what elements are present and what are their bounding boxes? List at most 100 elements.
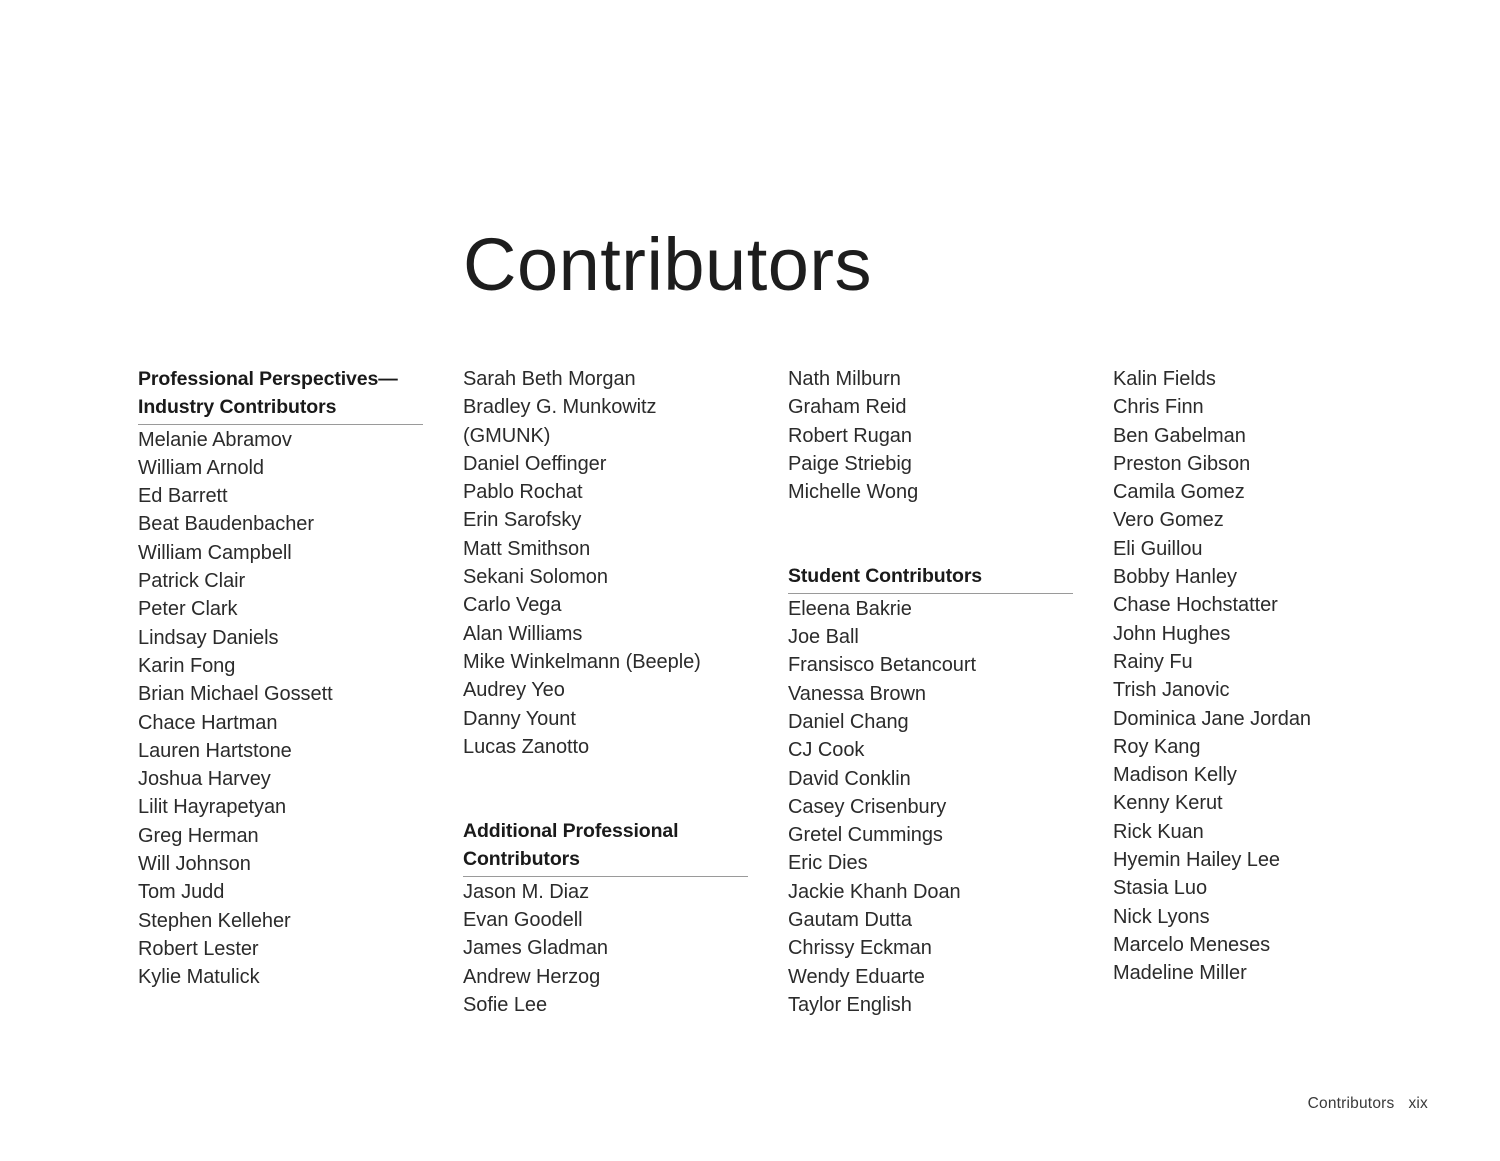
contributor-name: John Hughes [1113,622,1231,645]
contributor-name: Casey Crisenbury [788,795,947,818]
contributor-name: Chris Finn [1113,396,1204,419]
section-rule [463,875,748,877]
contributors-section: Professional Perspectives— Industry Contr… [138,365,463,992]
contributor-name: Andrew Herzog [463,965,601,988]
contributors-section: Kalin Fields Chris Finn Ben Gabelman Presto… [1113,365,1438,988]
contributors-column-2: Sarah Beth Morgan Bradley G. Munkowitz (GM… [463,365,788,1019]
contributors-section: Sarah Beth Morgan Bradley G. Munkowitz (GM… [463,365,788,761]
contributor-name: Bobby Hanley [1113,566,1237,589]
contributor-name: CJ Cook [788,739,865,762]
contributors-section: Nath Milburn Graham Reid Robert Rugan Paige… [788,365,1113,506]
contributor-name: Marcelo Meneses [1113,933,1271,956]
contributor-name: William Arnold [138,456,264,479]
contributor-name: Patrick Clair [138,570,246,593]
contributor-name: Lucas Zanotto [463,735,590,758]
section-heading-line: Student Contributors [788,565,983,588]
contributor-name: Lauren Hartstone [138,739,292,762]
contributor-name: Eli Guillou [1113,537,1203,560]
contributor-name: Beat Baudenbacher [138,513,314,536]
contributor-name: Karin Fong [138,654,236,677]
contributor-name: Gautam Dutta [788,909,912,932]
contributor-name: Evan Goodell [463,909,583,932]
contributors-column-3: Nath Milburn Graham Reid Robert Rugan Paige… [788,365,1113,1019]
contributor-name: Robert Lester [138,937,259,960]
contributor-name: Graham Reid [788,396,907,419]
section-heading-line: Additional Professional [463,820,679,843]
contributor-name: Ed Barrett [138,485,228,508]
contributor-name: Bradley G. Munkowitz [463,396,657,419]
contributor-name: Danny Yount [463,707,576,730]
contributor-name: Hyemin Hailey Lee [1113,849,1281,872]
contributor-name: Ben Gabelman [1113,424,1246,447]
contributor-name: Tom Judd [138,881,225,904]
contributor-name-list: Eleena Bakrie Joe Ball Fransisco Betancour… [788,595,1113,1019]
contributor-name: Pablo Rochat [463,481,583,504]
contributor-name: Eleena Bakrie [788,597,912,620]
contributor-name: Melanie Abramov [138,428,292,451]
contributor-name: Nick Lyons [1113,905,1210,928]
section-rule [788,592,1073,594]
footer-label: Contributors [1307,1095,1395,1112]
contributor-name: Roy Kang [1113,735,1201,758]
contributor-name: David Conklin [788,767,911,790]
section-heading-line: Contributors [463,848,580,871]
contributor-name: Mike Winkelmann (Beeple) [463,650,701,673]
contributor-name: Chase Hochstatter [1113,594,1278,617]
contributor-name: Wendy Eduarte [788,965,925,988]
contributors-section: Additional Professional Contributors Jason… [463,817,788,1019]
section-heading: Student Contributors [788,562,1078,590]
contributor-name: Greg Herman [138,824,259,847]
contributor-name: Vanessa Brown [788,682,926,705]
contributor-name: Stephen Kelleher [138,909,291,932]
contributor-name: Dominica Jane Jordan [1113,707,1311,730]
section-heading: Additional Professional Contributors [463,817,753,874]
contributor-name: Madeline Miller [1113,962,1247,985]
contributor-name: Stasia Luo [1113,877,1208,900]
contributors-page: Contributors Professional Perspectives— I… [0,0,1500,1161]
contributor-name: Nath Milburn [788,368,901,390]
contributor-name: Sofie Lee [463,993,548,1016]
contributor-name: (GMUNK) [463,424,551,447]
contributor-name-list: Kalin Fields Chris Finn Ben Gabelman Presto… [1113,365,1438,988]
contributor-name: Sarah Beth Morgan [463,368,636,390]
contributor-name-list: Nath Milburn Graham Reid Robert Rugan Paige… [788,365,1113,506]
contributor-name: Gretel Cummings [788,824,943,847]
contributor-name: Taylor English [788,993,912,1016]
contributor-name: Jason M. Diaz [463,880,590,903]
section-heading-line: Professional Perspectives— [138,368,398,390]
contributors-column-4: Kalin Fields Chris Finn Ben Gabelman Presto… [1113,365,1438,988]
contributor-name-list: Melanie Abramov William Arnold Ed Barrett B… [138,426,463,992]
contributor-name: Preston Gibson [1113,452,1251,475]
contributor-name: James Gladman [463,937,608,960]
contributor-name: Sekani Solomon [463,566,608,589]
contributor-name: Rick Kuan [1113,820,1204,843]
contributor-name: Kalin Fields [1113,368,1216,390]
page-title: Contributors [463,222,873,306]
contributor-name: Madison Kelly [1113,764,1237,787]
contributor-name-list: Sarah Beth Morgan Bradley G. Munkowitz (GM… [463,365,788,761]
contributor-name: Chace Hartman [138,711,278,734]
contributor-name: Camila Gomez [1113,481,1245,504]
contributor-name: Erin Sarofsky [463,509,582,532]
section-rule [138,423,423,425]
contributor-name: Alan Williams [463,622,583,645]
contributor-name: Matt Smithson [463,537,591,560]
contributor-name: Kenny Kerut [1113,792,1223,815]
contributor-name: Peter Clark [138,598,238,621]
contributor-name: Brian Michael Gossett [138,683,333,706]
contributor-name: William Campbell [138,541,292,564]
contributors-column-1: Professional Perspectives— Industry Contr… [138,365,463,992]
contributor-name: Fransisco Betancourt [788,654,976,677]
contributor-name: Daniel Oeffinger [463,452,607,475]
contributor-name: Jackie Khanh Doan [788,880,961,903]
page-number: xix [1408,1095,1428,1112]
contributors-section: Student Contributors Eleena Bakrie Joe Bal… [788,562,1113,1019]
contributor-name: Paige Striebig [788,452,912,475]
section-heading-line: Industry Contributors [138,396,337,419]
contributor-name: Trish Janovic [1113,679,1230,702]
contributor-name: Robert Rugan [788,424,912,447]
contributor-name: Audrey Yeo [463,679,565,702]
page-footer: Contributors xix [1308,1095,1428,1113]
contributor-name: Carlo Vega [463,594,562,617]
contributor-name: Daniel Chang [788,710,909,733]
